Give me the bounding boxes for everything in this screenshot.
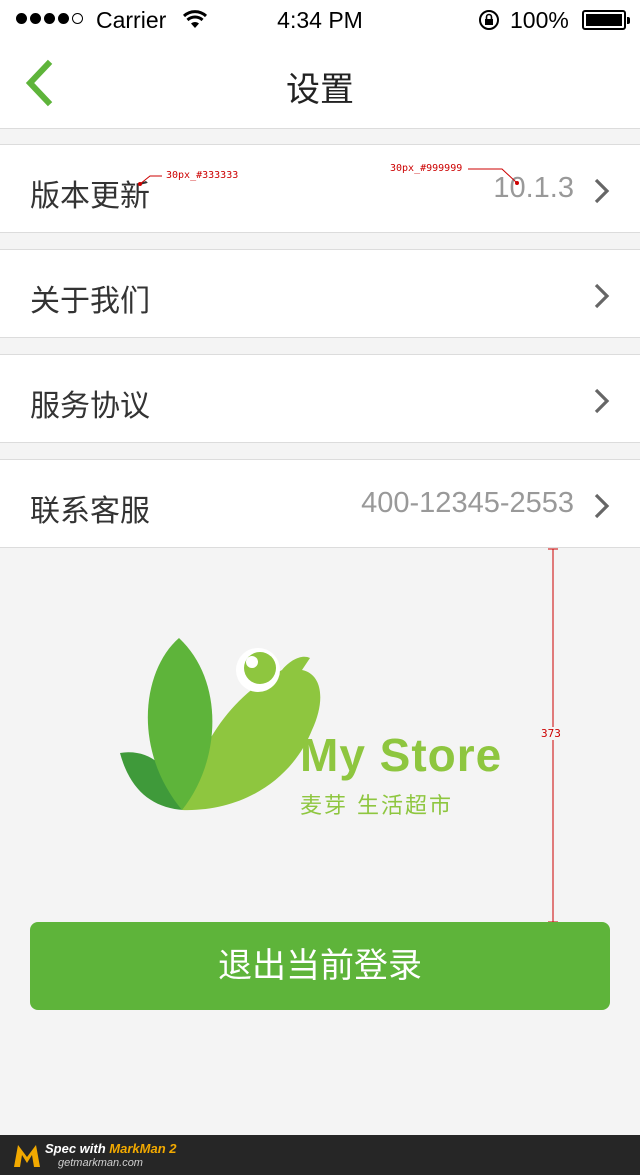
settings-row-contact-support[interactable]: 联系客服 400-12345-2553 bbox=[0, 459, 640, 548]
markman-footer: Spec with MarkMan 2 getmarkman.com bbox=[0, 1135, 640, 1175]
markman-url: getmarkman.com bbox=[58, 1157, 143, 1169]
support-phone-value: 400-12345-2553 bbox=[361, 487, 574, 519]
spec-dimension-label: 373 bbox=[541, 727, 561, 740]
page-title: 设置 bbox=[286, 70, 354, 110]
battery-percentage: 100% bbox=[510, 7, 569, 33]
markman-brand: MarkMan 2 bbox=[109, 1141, 177, 1156]
version-value: 10.1.3 bbox=[493, 172, 574, 204]
markman-title: Spec with MarkMan 2 bbox=[45, 1141, 177, 1156]
markman-prefix: Spec with bbox=[45, 1141, 110, 1156]
markman-logo-icon bbox=[14, 1145, 40, 1167]
spec-note-value-style: 30px_#999999 bbox=[390, 163, 463, 174]
settings-row-about-us[interactable]: 关于我们 bbox=[0, 249, 640, 338]
chevron-right-icon bbox=[594, 283, 610, 309]
logo-subtitle: 麦芽 生活超市 bbox=[300, 794, 453, 819]
settings-row-label: 联系客服 bbox=[30, 494, 150, 529]
settings-row-label: 关于我们 bbox=[30, 284, 150, 319]
orientation-lock-icon bbox=[479, 10, 499, 30]
chevron-right-icon bbox=[594, 493, 610, 519]
chevron-right-icon bbox=[594, 388, 610, 414]
battery-icon bbox=[582, 10, 630, 30]
settings-row-service-agreement[interactable]: 服务协议 bbox=[0, 354, 640, 443]
chevron-right-icon bbox=[594, 178, 610, 204]
logout-button[interactable]: 退出当前登录 bbox=[30, 922, 610, 1010]
navigation-bar: 设置 bbox=[0, 40, 640, 129]
status-bar: Carrier 4:34 PM 100% bbox=[0, 0, 640, 40]
settings-row-label: 版本更新 bbox=[30, 179, 150, 214]
settings-row-label: 服务协议 bbox=[30, 389, 150, 424]
settings-row-version-update[interactable]: 版本更新 10.1.3 bbox=[0, 144, 640, 233]
logo-brand-name: My Store bbox=[300, 729, 503, 781]
spec-note-label-style: 30px_#333333 bbox=[166, 170, 239, 181]
